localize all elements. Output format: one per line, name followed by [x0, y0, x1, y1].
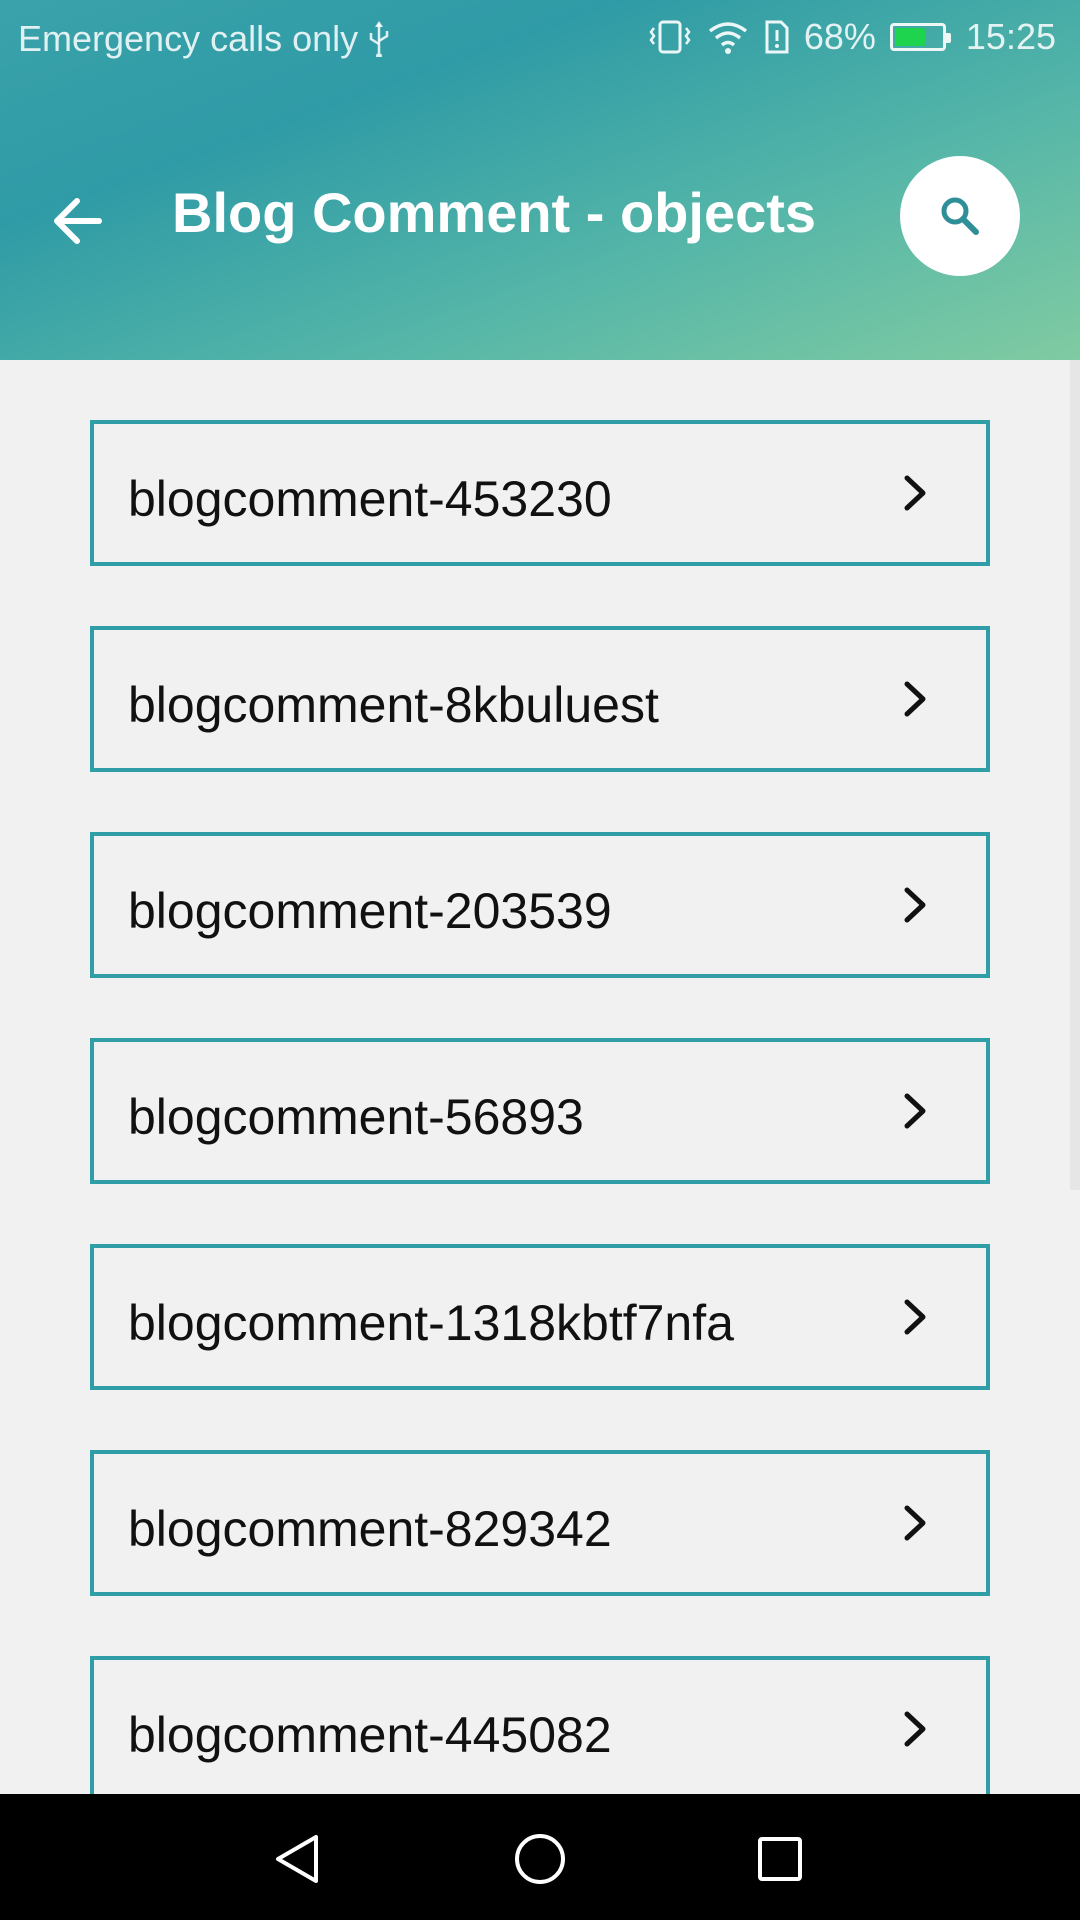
list-item[interactable]: blogcomment-1318kbtf7nfa	[90, 1244, 990, 1390]
chevron-right-icon	[904, 1505, 926, 1541]
chevron-right-icon	[904, 1711, 926, 1747]
navigation-bar	[0, 1794, 1080, 1920]
list-item[interactable]: blogcomment-8kbuluest	[90, 626, 990, 772]
chevron-right-icon	[904, 475, 926, 511]
scrollbar[interactable]	[1070, 360, 1080, 1190]
nav-back-button[interactable]	[263, 1824, 333, 1894]
status-left: Emergency calls only	[18, 18, 390, 60]
back-triangle-icon	[276, 1835, 318, 1883]
battery-level-fill	[894, 28, 925, 46]
list-item-label: blogcomment-8kbuluest	[128, 677, 659, 733]
search-button[interactable]	[900, 156, 1020, 276]
status-bar: Emergency calls only 68% 15:25	[0, 0, 1080, 76]
list-item[interactable]: blogcomment-203539	[90, 832, 990, 978]
status-right: 68% 15:25	[648, 16, 1056, 58]
usb-icon	[368, 21, 390, 57]
list-item[interactable]: blogcomment-445082	[90, 1656, 990, 1794]
carrier-text: Emergency calls only	[18, 18, 359, 59]
arrow-left-icon	[54, 198, 102, 244]
page-title: Blog Comment - objects	[172, 181, 817, 244]
list-item-label: blogcomment-445082	[128, 1707, 612, 1763]
list-item[interactable]: blogcomment-829342	[90, 1450, 990, 1596]
chevron-right-icon	[904, 681, 926, 717]
chevron-right-icon	[904, 1299, 926, 1335]
search-icon	[941, 197, 979, 235]
list-item-label: blogcomment-453230	[128, 471, 612, 527]
vibrate-icon	[648, 19, 692, 55]
list-item-label: blogcomment-829342	[128, 1501, 612, 1557]
clock: 15:25	[965, 16, 1056, 57]
wifi-icon	[706, 19, 750, 55]
screen: Emergency calls only 68% 15:25 Blog Comm…	[0, 0, 1080, 1920]
battery-percent: 68%	[803, 16, 876, 57]
battery-charging-icon	[889, 23, 951, 51]
list-item[interactable]: blogcomment-56893	[90, 1038, 990, 1184]
list-item-label: blogcomment-56893	[128, 1089, 584, 1145]
nav-recents-button[interactable]	[745, 1824, 815, 1894]
chevron-right-icon	[904, 1093, 926, 1129]
list-item[interactable]: blogcomment-453230	[90, 420, 990, 566]
nav-home-button[interactable]	[505, 1824, 575, 1894]
recents-square-icon	[758, 1837, 802, 1881]
list-item-label: blogcomment-203539	[128, 883, 612, 939]
chevron-right-icon	[904, 887, 926, 923]
header: Emergency calls only 68% 15:25 Blog Comm…	[0, 0, 1080, 360]
object-list: blogcomment-453230 blogcomment-8kbuluest…	[0, 360, 1080, 1794]
home-circle-icon	[515, 1834, 565, 1884]
back-button[interactable]	[42, 186, 112, 256]
app-bar: Blog Comment - objects	[0, 130, 1080, 310]
list-item-label: blogcomment-1318kbtf7nfa	[128, 1295, 734, 1351]
sim-alert-icon	[764, 19, 790, 55]
